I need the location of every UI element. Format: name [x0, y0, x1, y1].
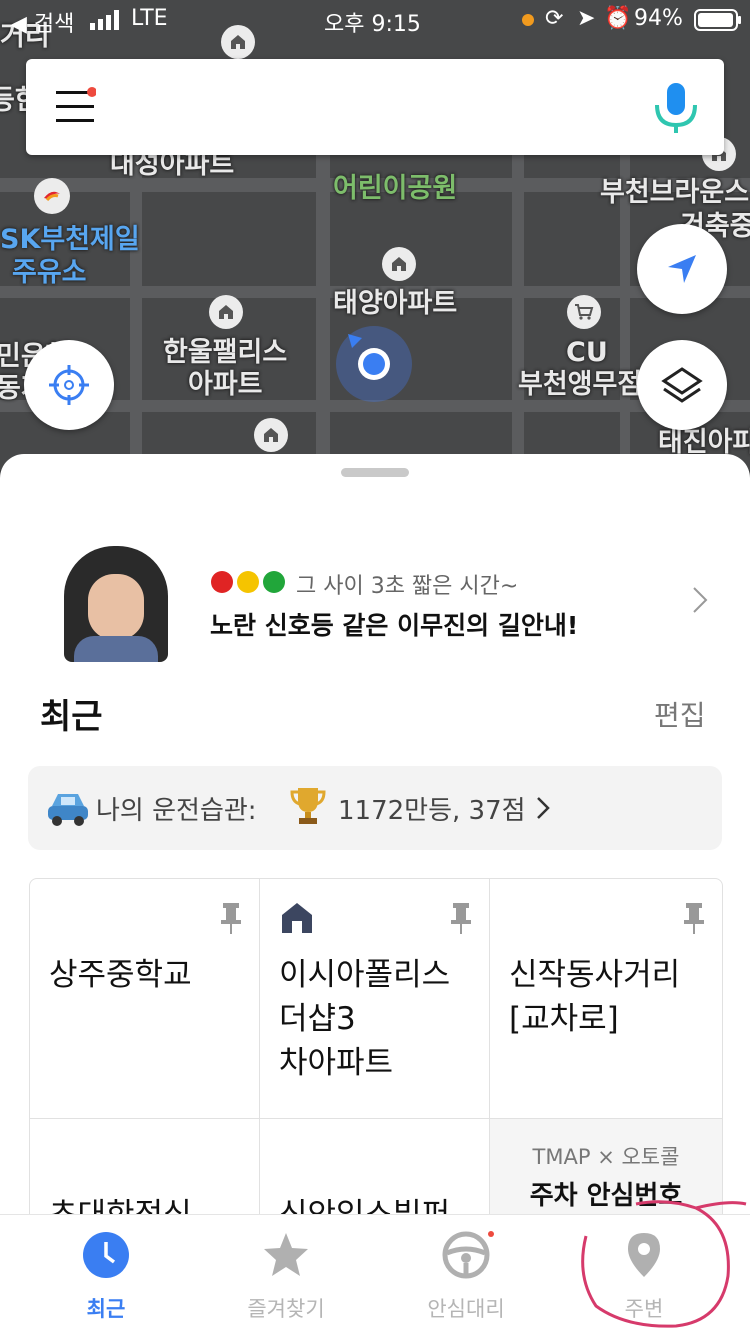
car-icon [46, 788, 90, 832]
home-icon [280, 901, 314, 939]
celebrity-avatar [64, 546, 168, 662]
apartment-pin-icon[interactable] [254, 418, 288, 452]
tab-label: 안심대리 [427, 1297, 505, 1321]
traffic-light-icon [210, 570, 290, 594]
tab-label: 즐겨찾기 [247, 1297, 325, 1321]
steering-wheel-icon [442, 1231, 494, 1279]
recent-place-card[interactable]: 신작동사거리 [교차로] [490, 879, 722, 1119]
driving-habit-value: 1172만등, 37점 [338, 796, 526, 826]
recent-title: 최근 [40, 697, 103, 737]
recording-dot-icon [522, 14, 534, 26]
place-name: 상주중학교 [49, 957, 192, 993]
navigate-button[interactable] [637, 224, 727, 314]
recent-place-card[interactable]: 상주중학교 [30, 879, 260, 1119]
chevron-right-icon [536, 796, 550, 824]
status-bar: ◀ 검색 LTE 오후 9:15 ⟳ ➤ ⏰ 94% [0, 0, 750, 40]
navigation-arrow-icon [668, 255, 696, 283]
tab-recent[interactable]: 최근 [16, 1215, 196, 1335]
battery-percent: 94% [634, 6, 683, 31]
place-name: 신작동사거리 [교차로] [509, 957, 681, 1037]
annotation-circle [581, 1200, 747, 1328]
map-label: 부천브라운스 [600, 177, 750, 208]
promo-brand: TMAP × 오토콜 [532, 1145, 680, 1169]
carrier-label: LTE [131, 6, 168, 31]
tab-safe-driver[interactable]: 안심대리 [376, 1215, 556, 1335]
map-label: 한울팰리스 [163, 337, 288, 368]
hamburger-icon[interactable] [56, 87, 97, 127]
sk-logo-icon [34, 178, 70, 214]
banner-subtitle: 그 사이 3초 짧은 시간~ [296, 574, 519, 599]
clock-icon [82, 1231, 130, 1279]
map-label: CU [566, 337, 608, 368]
clock-time: 오후 9:15 [324, 12, 421, 37]
driving-habit-label: 나의 운전습관: [96, 796, 257, 826]
banner-title: 노란 신호등 같은 이무진의 길안내! [210, 611, 579, 640]
location-arrow-icon: ➤ [577, 6, 596, 31]
map-label: 부천앵무점 [518, 369, 643, 400]
apartment-pin-icon[interactable] [382, 247, 416, 281]
map-label: 아파트 [188, 369, 263, 400]
map-label: 태양아파트 [333, 288, 458, 319]
edit-button[interactable]: 편집 [654, 694, 706, 734]
trophy-icon [290, 786, 326, 830]
back-to-search-link[interactable]: ◀ 검색 [10, 6, 74, 38]
recent-place-card[interactable]: 이시아폴리스 더샵3 차아파트 [260, 879, 490, 1119]
search-bar[interactable] [26, 59, 724, 155]
signal-icon [90, 10, 124, 36]
crosshair-icon [49, 365, 89, 405]
promo-banner[interactable]: 그 사이 3초 짧은 시간~ 노란 신호등 같은 이무진의 길안내! [0, 534, 750, 664]
current-location-button[interactable] [24, 340, 114, 430]
pin-icon[interactable] [684, 903, 704, 939]
layers-icon [661, 367, 703, 403]
apartment-pin-icon[interactable] [209, 295, 243, 329]
map-label: 주유소 [12, 257, 87, 288]
driving-habit-card[interactable]: 나의 운전습관: 1172만등, 37점 [28, 766, 722, 850]
place-name: 이시아폴리스 더샵3 차아파트 [279, 957, 451, 1081]
map-label: 어린이공원 [333, 173, 458, 204]
tab-label: 최근 [86, 1297, 126, 1321]
tab-favorites[interactable]: 즐겨찾기 [196, 1215, 376, 1335]
battery-icon [694, 9, 742, 37]
pin-icon[interactable] [451, 903, 471, 939]
alarm-icon: ⏰ [604, 6, 632, 31]
map-layers-button[interactable] [637, 340, 727, 430]
chevron-right-icon [692, 586, 708, 618]
recent-places-grid: 상주중학교 이시아폴리스 더샵3 차아파트 신작동사거리 [교차로] 초대한정식… [29, 878, 723, 1240]
mic-icon[interactable] [651, 81, 701, 135]
store-pin-icon[interactable] [567, 295, 601, 329]
pin-icon[interactable] [221, 903, 241, 939]
star-icon [262, 1231, 310, 1279]
rotation-lock-icon: ⟳ [545, 6, 564, 31]
sheet-drag-handle[interactable] [341, 468, 409, 477]
map-label: SK부천제일 [0, 224, 140, 255]
current-location-marker [336, 326, 412, 402]
